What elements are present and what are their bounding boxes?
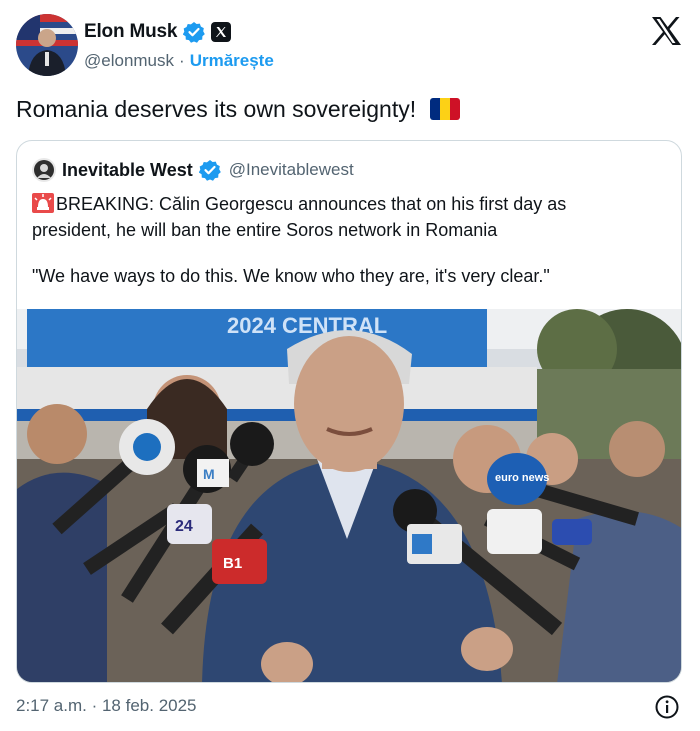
quoted-verified-badge-icon bbox=[198, 159, 221, 181]
siren-icon bbox=[32, 193, 54, 213]
tweet-text-content: Romania deserves its own sovereignty! bbox=[16, 96, 417, 122]
verified-badge-icon bbox=[182, 21, 206, 43]
quoted-line-3: "We have ways to do this. We know who th… bbox=[32, 266, 550, 286]
mic-label-euronews: euro news bbox=[495, 472, 549, 484]
tweet-timestamp[interactable]: 2:17 a.m. · 18 feb. 2025 bbox=[16, 696, 197, 716]
author-handle[interactable]: @elonmusk bbox=[84, 51, 174, 71]
mic-label-m: M bbox=[203, 466, 215, 482]
quoted-line-1: BREAKING: Călin Georgescu announces that… bbox=[32, 191, 662, 217]
quoted-tweet[interactable]: Inevitable West @Inevitablewest BREAKING… bbox=[16, 140, 682, 683]
quoted-avatar[interactable] bbox=[32, 158, 56, 182]
info-icon[interactable] bbox=[654, 694, 680, 720]
author-avatar[interactable] bbox=[16, 14, 78, 76]
quoted-author-handle[interactable]: @Inevitablewest bbox=[229, 160, 354, 180]
quoted-author-name[interactable]: Inevitable West bbox=[62, 160, 193, 181]
quoted-photo[interactable]: 2024 CENTRAL 24 B1 M euro news bbox=[17, 309, 681, 682]
quoted-text: BREAKING: Călin Georgescu announces that… bbox=[32, 191, 662, 289]
author-name-row: Elon Musk bbox=[84, 18, 232, 46]
quoted-line-1-text: BREAKING: Călin Georgescu announces that… bbox=[56, 194, 567, 214]
tweet-text: Romania deserves its own sovereignty! bbox=[16, 94, 461, 124]
quoted-line-2: president, he will ban the entire Soros … bbox=[32, 220, 498, 240]
mic-label-24: 24 bbox=[175, 518, 193, 535]
follow-button[interactable]: Urmărește bbox=[190, 51, 274, 71]
x-logo-icon[interactable] bbox=[650, 16, 682, 46]
quoted-header: Inevitable West @Inevitablewest bbox=[32, 157, 354, 183]
tweet-card: Elon Musk @elonmusk · Urmărește Romania … bbox=[0, 0, 700, 731]
x-affiliate-badge-icon bbox=[211, 22, 232, 42]
separator-dot: · bbox=[179, 51, 185, 70]
romania-flag-icon bbox=[430, 98, 461, 120]
mic-label-b1: B1 bbox=[223, 555, 242, 572]
author-handle-row: @elonmusk · Urmărește bbox=[84, 49, 274, 73]
author-name[interactable]: Elon Musk bbox=[84, 21, 177, 43]
